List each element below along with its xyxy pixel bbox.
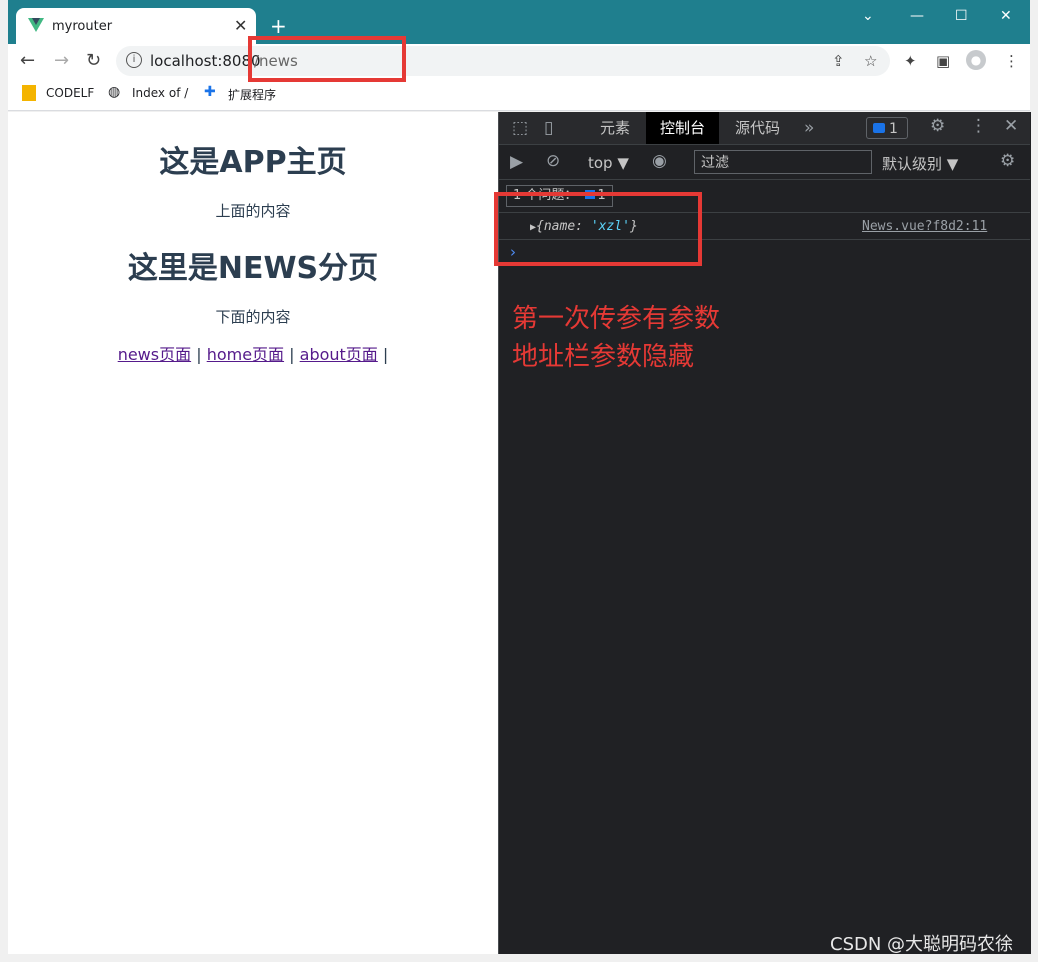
issues-button[interactable]: 1 [866,117,908,139]
extensions-icon[interactable]: ✦ [904,52,917,70]
tab-sources[interactable]: 源代码 [721,112,794,144]
vue-logo-icon [28,18,44,32]
share-icon[interactable]: ⇪ [832,52,845,70]
settings-icon[interactable]: ⚙ [930,116,945,136]
context-selector[interactable]: top ▼ [588,154,629,172]
link-separator: | [289,345,295,364]
side-panel-icon[interactable]: ▣ [936,52,950,70]
site-info-icon[interactable]: i [126,52,142,68]
bottom-content-text: 下面的内容 [215,308,291,326]
link-separator: | [382,345,389,364]
page-content [8,112,498,954]
console-settings-icon[interactable]: ⚙ [1000,151,1015,171]
tab-title: myrouter [52,19,113,34]
forward-icon[interactable]: → [54,50,69,71]
bookmark-index[interactable]: Index of / [132,86,188,100]
tab-close-icon[interactable]: ✕ [234,16,247,35]
minimize-icon[interactable]: — [910,8,924,24]
profile-avatar-icon[interactable]: ● [966,50,986,70]
tab-console[interactable]: 控制台 [646,112,720,144]
annotation-box-url [248,36,406,82]
dropdown-arrow-icon: ▼ [946,155,959,173]
reload-icon[interactable]: ↻ [86,50,101,71]
globe-icon: ◍ [108,84,121,100]
dropdown-arrow-icon: ▼ [617,154,629,172]
log-source-link[interactable]: News.vue?f8d2:11 [862,219,987,234]
device-toggle-icon[interactable]: ▯ [544,118,553,138]
inspect-icon[interactable]: ⬚ [512,118,528,138]
devtools-menu-icon[interactable]: ⋮ [970,116,987,136]
issues-badge: 1 [889,121,898,137]
page-title: 这是APP主页 [159,145,347,180]
news-link[interactable]: news页面 [118,345,191,364]
chat-icon [873,123,885,133]
sidebar-toggle-icon[interactable]: ▶ [510,152,523,172]
tab-elements[interactable]: 元素 [586,112,644,144]
tab-search-icon[interactable]: ⌄ [862,8,874,24]
log-level-label: 默认级别 [882,155,943,173]
back-icon[interactable]: ← [20,50,35,71]
annotation-box-log [494,192,702,266]
log-level-selector[interactable]: 默认级别 ▼ [882,153,958,174]
url-host: localhost:8080 [150,52,261,70]
filter-input[interactable]: 过滤 [694,150,872,174]
link-separator: | [196,345,202,364]
context-label: top [588,154,613,172]
home-link[interactable]: home页面 [207,345,284,364]
codelf-icon [22,85,36,101]
annotation-text-line1: 第一次传参有参数 [512,304,721,334]
bookmark-extensions[interactable]: 扩展程序 [228,86,276,103]
watermark: CSDN @大聪明码农徐 [830,934,1014,955]
new-tab-icon[interactable]: + [270,14,287,38]
close-window-icon[interactable]: ✕ [1000,8,1012,24]
maximize-icon[interactable]: ☐ [955,8,968,24]
clear-console-icon[interactable]: ⊘ [546,151,560,171]
eye-icon[interactable]: ◉ [652,151,667,171]
menu-icon[interactable]: ⋮ [1004,52,1019,70]
more-tabs-icon[interactable]: » [804,118,814,138]
annotation-text-line2: 地址栏参数隐藏 [512,342,695,372]
devtools-close-icon[interactable]: ✕ [1004,116,1018,136]
star-icon[interactable]: ☆ [864,52,877,70]
top-content-text: 上面的内容 [215,202,291,220]
about-link[interactable]: about页面 [300,345,378,364]
news-title: 这里是NEWS分页 [127,251,379,286]
bookmark-codelf[interactable]: CODELF [46,86,94,100]
puzzle-icon: ✚ [204,84,216,100]
nav-links: news页面 | home页面 | about页面 | [8,341,498,365]
